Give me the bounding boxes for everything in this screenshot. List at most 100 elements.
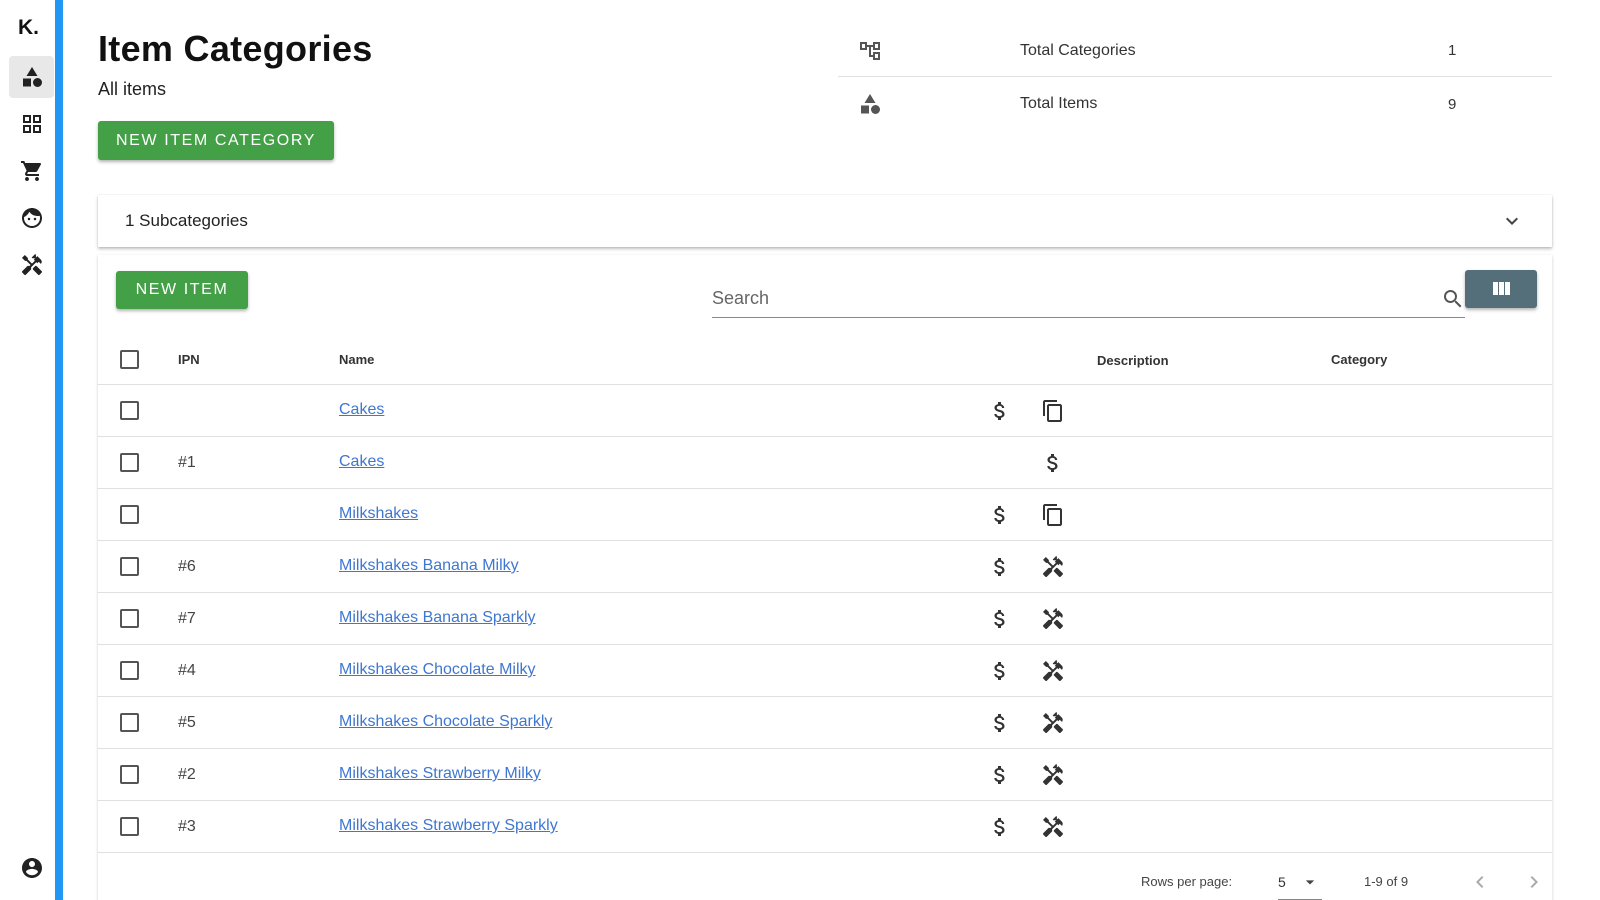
- table-row: #1 Cakes: [98, 437, 1552, 489]
- dollar-action[interactable]: [988, 711, 1012, 735]
- column-header-category[interactable]: Category: [1331, 352, 1387, 367]
- row-checkbox[interactable]: [120, 609, 139, 628]
- item-name-link[interactable]: Milkshakes Strawberry Sparkly: [339, 817, 558, 835]
- tools-icon: [1043, 556, 1063, 578]
- dollar-action[interactable]: [988, 815, 1012, 839]
- chevron-down-icon: [1506, 217, 1518, 225]
- column-header-description[interactable]: Description: [1097, 353, 1169, 368]
- nav-orders[interactable]: [9, 150, 54, 192]
- item-name-link[interactable]: Milkshakes Banana Sparkly: [339, 609, 536, 627]
- item-name-link[interactable]: Milkshakes Strawberry Milky: [339, 765, 541, 783]
- item-name-link[interactable]: Milkshakes Chocolate Milky: [339, 661, 536, 679]
- row-checkbox[interactable]: [120, 401, 139, 420]
- nav-tools[interactable]: [9, 244, 54, 286]
- row-checkbox[interactable]: [120, 817, 139, 836]
- dollar-icon: [994, 714, 1005, 732]
- table-row: #3 Milkshakes Strawberry Sparkly: [98, 801, 1552, 853]
- table-row: #7 Milkshakes Banana Sparkly: [98, 593, 1552, 645]
- next-page-button[interactable]: [1522, 870, 1546, 894]
- cell-ipn: #2: [178, 766, 196, 783]
- columns-button[interactable]: [1465, 270, 1537, 308]
- dollar-action[interactable]: [988, 763, 1012, 787]
- dollar-action[interactable]: [988, 659, 1012, 683]
- dollar-action[interactable]: [1041, 451, 1065, 475]
- stat-value: 9: [1448, 95, 1457, 113]
- dollar-action[interactable]: [988, 555, 1012, 579]
- rows-per-page-label: Rows per page:: [1141, 874, 1233, 889]
- select-all-checkbox[interactable]: [120, 350, 139, 369]
- shapes-icon: [22, 67, 42, 87]
- tools-action[interactable]: [1041, 711, 1065, 735]
- new-item-category-button[interactable]: NEW ITEM CATEGORY: [98, 121, 334, 160]
- search-field: [712, 280, 1465, 318]
- face-icon: [21, 208, 42, 228]
- nav-account[interactable]: [9, 847, 54, 889]
- view-column-icon: [1493, 282, 1510, 295]
- table-header: IPN Name Description Category: [98, 335, 1552, 385]
- table-row: Milkshakes: [98, 489, 1552, 541]
- column-header-name[interactable]: Name: [339, 352, 374, 367]
- tools-action[interactable]: [1041, 763, 1065, 787]
- sidebar-accent-stripe: [55, 0, 63, 900]
- account-circle-icon: [21, 858, 42, 878]
- row-checkbox[interactable]: [120, 765, 139, 784]
- tools-icon: [1043, 608, 1063, 630]
- tools-icon: [1043, 764, 1063, 786]
- subcategories-accordion[interactable]: 1 Subcategories: [98, 195, 1552, 247]
- cell-ipn: #6: [178, 558, 196, 575]
- dollar-icon: [994, 610, 1005, 628]
- tools-action[interactable]: [1041, 607, 1065, 631]
- cell-ipn: #5: [178, 714, 196, 731]
- new-item-button[interactable]: NEW ITEM: [116, 271, 248, 309]
- nav-dashboard[interactable]: [9, 103, 54, 145]
- copy-action[interactable]: [1041, 503, 1065, 527]
- tools-icon: [1043, 712, 1063, 734]
- page-title: Item Categories: [98, 28, 373, 69]
- stat-total-categories: Total Categories 1: [838, 25, 1552, 77]
- shapes-icon: [861, 94, 880, 114]
- dollar-action[interactable]: [988, 399, 1012, 423]
- chevron-left-icon: [1476, 876, 1484, 888]
- dollar-icon: [994, 558, 1005, 576]
- pagination-range: 1-9 of 9: [1364, 874, 1409, 889]
- row-checkbox[interactable]: [120, 661, 139, 680]
- stat-label: Total Items: [1020, 95, 1098, 112]
- dollar-icon: [1047, 454, 1058, 472]
- nav-items[interactable]: [9, 56, 54, 98]
- item-name-link[interactable]: Cakes: [339, 453, 384, 471]
- tools-action[interactable]: [1041, 815, 1065, 839]
- subcategories-label: 1 Subcategories: [125, 211, 248, 230]
- app-logo[interactable]: K.: [18, 16, 39, 40]
- tools-icon: [1043, 816, 1063, 838]
- nav-customers[interactable]: [9, 197, 54, 239]
- arrow-drop-down-icon: [1305, 880, 1315, 885]
- row-checkbox[interactable]: [120, 453, 139, 472]
- table-row: Cakes: [98, 385, 1552, 437]
- tools-action[interactable]: [1041, 659, 1065, 683]
- table-row: #5 Milkshakes Chocolate Sparkly: [98, 697, 1552, 749]
- copy-action[interactable]: [1041, 399, 1065, 423]
- copy-icon: [1043, 400, 1062, 422]
- dollar-icon: [994, 402, 1005, 420]
- table-row: #4 Milkshakes Chocolate Milky: [98, 645, 1552, 697]
- item-name-link[interactable]: Milkshakes Chocolate Sparkly: [339, 713, 552, 731]
- row-checkbox[interactable]: [120, 713, 139, 732]
- column-header-ipn[interactable]: IPN: [178, 352, 200, 367]
- row-checkbox[interactable]: [120, 505, 139, 524]
- tools-action[interactable]: [1041, 555, 1065, 579]
- cell-ipn: #1: [178, 454, 196, 471]
- item-name-link[interactable]: Milkshakes: [339, 505, 418, 523]
- item-name-link[interactable]: Milkshakes Banana Milky: [339, 557, 519, 575]
- rows-per-page-value: 5: [1278, 874, 1286, 890]
- dollar-action[interactable]: [988, 503, 1012, 527]
- item-name-link[interactable]: Cakes: [339, 401, 384, 419]
- row-checkbox[interactable]: [120, 557, 139, 576]
- grid-icon: [22, 115, 41, 133]
- copy-icon: [1043, 504, 1062, 526]
- tools-icon: [21, 254, 42, 276]
- rows-per-page-select[interactable]: 5: [1278, 866, 1322, 900]
- previous-page-button[interactable]: [1468, 870, 1492, 894]
- cell-ipn: #3: [178, 818, 196, 835]
- search-input[interactable]: [712, 280, 1422, 316]
- dollar-action[interactable]: [988, 607, 1012, 631]
